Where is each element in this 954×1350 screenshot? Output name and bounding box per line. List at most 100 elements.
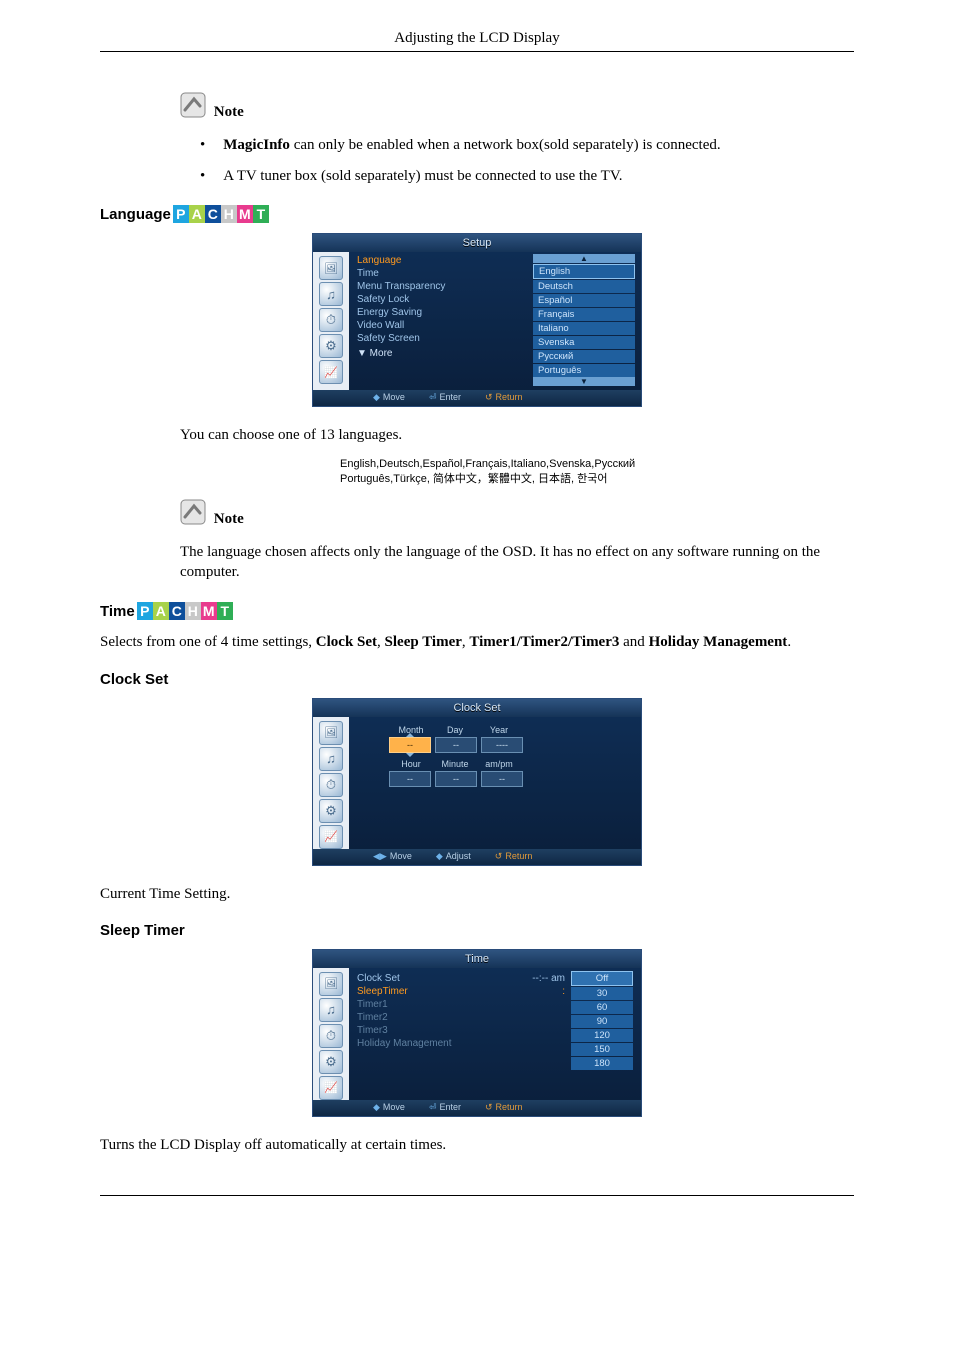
note-label: Note [214, 104, 244, 123]
badge-a-icon: A [153, 602, 169, 620]
osd-option: Français [533, 308, 635, 321]
multi-icon [319, 360, 343, 384]
osd-title: Clock Set [313, 699, 641, 717]
multi-icon [319, 825, 343, 849]
time-labels: Hour Minute am/pm [389, 759, 641, 769]
osd-menu-item: Safety Lock [357, 293, 525, 306]
badge-p-icon: P [173, 205, 189, 223]
sound-icon [319, 747, 343, 771]
top-note-block: Note • MagicInfo can only be enabled whe… [180, 92, 854, 185]
osd-sidebar [313, 252, 349, 390]
arrow-up-icon: ▲ [533, 254, 635, 263]
osd-menu-item: Menu Transparency [357, 280, 525, 293]
page-title: Adjusting the LCD Display [394, 30, 559, 46]
osd-sleeptimer-screenshot: Time Clock Set--:-- am SleepTimer: Timer… [100, 949, 854, 1117]
badge-t-icon: T [217, 602, 233, 620]
ampm-field: -- [481, 771, 523, 787]
subsection-clock-set: Clock Set [100, 671, 854, 688]
note-icon [180, 92, 206, 123]
language-note-text: The language chosen affects only the lan… [180, 542, 854, 583]
osd-option: Svenska [533, 336, 635, 349]
time-fields: -- -- -- [389, 771, 641, 787]
bullet-icon: • [200, 137, 205, 154]
picture-icon [319, 256, 343, 280]
note-bullet: • A TV tuner box (sold separately) must … [200, 168, 854, 185]
page-header: Adjusting the LCD Display [100, 30, 854, 52]
badge-h-icon: H [221, 205, 237, 223]
hour-field: -- [389, 771, 431, 787]
year-field: ---- [481, 737, 523, 753]
section-title-time: Time P A C H M T [100, 602, 854, 620]
osd-more: ▼ More [357, 347, 525, 360]
bullet-text: A TV tuner box (sold separately) must be… [223, 168, 622, 185]
mode-badges: P A C H M T [173, 205, 269, 223]
sound-icon [319, 998, 343, 1022]
note-icon [180, 499, 206, 530]
osd-footer: ◆Move ⏎Enter ↺Return [313, 390, 641, 406]
osd-time-list: Clock Set--:-- am SleepTimer: Timer1 Tim… [349, 968, 571, 1100]
osd-option: English [533, 264, 635, 279]
badge-c-icon: C [205, 205, 221, 223]
osd-menu-item: Language [357, 254, 525, 267]
osd-option: 30 [571, 987, 633, 1000]
sleeptimer-caption: Turns the LCD Display off automatically … [100, 1135, 854, 1155]
osd-sidebar [313, 717, 349, 849]
date-fields: -- -- ---- [389, 737, 641, 753]
clock-icon [319, 1024, 343, 1048]
time-intro: Selects from one of 4 time settings, Clo… [100, 632, 854, 652]
osd-menu-item: Safety Screen [357, 332, 525, 345]
clock-icon [319, 308, 343, 332]
osd-menu-item: Video Wall [357, 319, 525, 332]
badge-t-icon: T [253, 205, 269, 223]
osd-option: Español [533, 294, 635, 307]
date-labels: Month Day Year [389, 725, 641, 735]
osd-sidebar [313, 968, 349, 1100]
osd-menu-item: Time [357, 267, 525, 280]
osd-menu-list: Language Time Menu Transparency Safety L… [349, 252, 531, 390]
subsection-sleep-timer: Sleep Timer [100, 922, 854, 939]
day-field: -- [435, 737, 477, 753]
arrow-down-icon: ▼ [533, 377, 635, 386]
bullet-text: MagicInfo can only be enabled when a net… [223, 137, 720, 154]
osd-option: 120 [571, 1029, 633, 1042]
osd-lang-options: ▲ English Deutsch Español Français Itali… [531, 252, 641, 390]
osd-option: Русский [533, 350, 635, 363]
clockset-caption: Current Time Setting. [100, 884, 854, 904]
badge-m-icon: M [237, 205, 253, 223]
minute-field: -- [435, 771, 477, 787]
badge-a-icon: A [189, 205, 205, 223]
language-intro: You can choose one of 13 languages. [180, 425, 854, 445]
language-list: English,Deutsch,Español,Français,Italian… [340, 457, 854, 487]
page-footer-rule [100, 1195, 854, 1196]
gear-icon [319, 334, 343, 358]
mode-badges: P A C H M T [137, 602, 233, 620]
month-field: -- [389, 737, 431, 753]
language-body: You can choose one of 13 languages. Engl… [180, 425, 854, 582]
osd-option: 90 [571, 1015, 633, 1028]
osd-option: Italiano [533, 322, 635, 335]
gear-icon [319, 1050, 343, 1074]
osd-option: Off [571, 971, 633, 986]
multi-icon [319, 1076, 343, 1100]
osd-clockset-screenshot: Clock Set Month Day Year -- -- ---- [100, 698, 854, 866]
osd-menu-item: Energy Saving [357, 306, 525, 319]
picture-icon [319, 721, 343, 745]
note-label: Note [214, 511, 244, 530]
osd-footer: ◀▶Move ◆Adjust ↺Return [313, 849, 641, 865]
clock-icon [319, 773, 343, 797]
badge-m-icon: M [201, 602, 217, 620]
note-bullet: • MagicInfo can only be enabled when a n… [200, 137, 854, 154]
badge-c-icon: C [169, 602, 185, 620]
bullet-icon: • [200, 168, 205, 185]
osd-option: 150 [571, 1043, 633, 1056]
gear-icon [319, 799, 343, 823]
sound-icon [319, 282, 343, 306]
osd-title: Time [313, 950, 641, 968]
badge-p-icon: P [137, 602, 153, 620]
osd-option: 180 [571, 1057, 633, 1070]
osd-setup-screenshot: Setup Language Time Menu Transparency Sa… [100, 233, 854, 407]
osd-option: 60 [571, 1001, 633, 1014]
osd-option: Deutsch [533, 280, 635, 293]
picture-icon [319, 972, 343, 996]
osd-option: Português [533, 364, 635, 377]
